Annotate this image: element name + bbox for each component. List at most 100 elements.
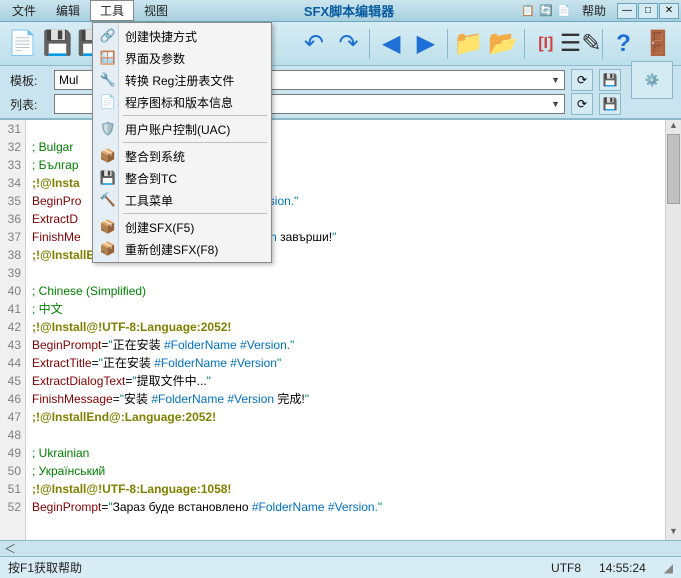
- code-line: [32, 426, 665, 444]
- list-save-button[interactable]: 💾: [599, 93, 621, 115]
- code-line: [32, 264, 665, 282]
- dropdown-item-label: 转换 Reg注册表文件: [125, 72, 234, 89]
- dropdown-item[interactable]: 📄 程序图标和版本信息: [95, 91, 269, 113]
- close-button[interactable]: ✕: [659, 3, 679, 19]
- disk-icon: 💾: [603, 97, 618, 111]
- new-button[interactable]: 📄: [6, 27, 40, 61]
- scroll-thumb[interactable]: [667, 134, 680, 204]
- folder-button[interactable]: 📁: [452, 27, 486, 61]
- line-number: 46: [0, 390, 21, 408]
- gear-icon: ⚙️: [645, 73, 660, 87]
- bracket-icon: [I]: [538, 36, 553, 52]
- menu-tools[interactable]: 工具: [90, 0, 134, 21]
- dropdown-item-icon: 📦: [99, 219, 117, 235]
- list-button[interactable]: ☰✎: [564, 27, 598, 61]
- dropdown-item[interactable]: 🔗创建快捷方式: [95, 25, 269, 47]
- dropdown-separator: [123, 115, 267, 116]
- dropdown-item[interactable]: 🪟界面及参数: [95, 47, 269, 69]
- dropdown-item-label: 整合到系统: [125, 148, 185, 165]
- dropdown-separator: [123, 213, 267, 214]
- dropdown-item-label: 重新创建SFX(F8): [125, 241, 218, 258]
- settings-button[interactable]: ⚙️: [631, 61, 673, 99]
- folder2-icon: 📂: [488, 32, 518, 56]
- window-title: SFX脚本编辑器: [178, 1, 520, 20]
- line-number: 34: [0, 174, 21, 192]
- redo-icon: ↷: [338, 32, 358, 56]
- undo-button[interactable]: ↶: [297, 27, 331, 61]
- template-save-button[interactable]: 💾: [599, 69, 621, 91]
- code-line: ;!@InstallEnd@:Language:2052!: [32, 408, 665, 426]
- menu-file[interactable]: 文件: [2, 0, 46, 21]
- dropdown-item-label: 用户账户控制(UAC): [125, 121, 230, 138]
- dropdown-item-label: 创建SFX(F5): [125, 219, 194, 236]
- dropdown-item-icon: 🛡️: [99, 121, 117, 137]
- dropdown-item[interactable]: 🔧 转换 Reg注册表文件: [95, 69, 269, 91]
- folder2-button[interactable]: 📂: [486, 27, 520, 61]
- dropdown-item-icon: 🔧: [99, 72, 117, 88]
- exit-button[interactable]: 🚪: [641, 27, 675, 61]
- scroll-up-arrow[interactable]: ▲: [666, 120, 681, 134]
- code-line: ; 中文: [32, 300, 665, 318]
- list-label: 列表:: [10, 96, 48, 113]
- dropdown-item-label: 创建快捷方式: [125, 28, 197, 45]
- dropdown-item[interactable]: 📦 创建SFX(F5): [95, 216, 269, 238]
- line-number: 47: [0, 408, 21, 426]
- line-number: 37: [0, 228, 21, 246]
- code-line: BeginPrompt="Зараз буде встановлено #Fol…: [32, 498, 665, 516]
- dropdown-separator: [123, 142, 267, 143]
- dropdown-item[interactable]: 📦整合到系统: [95, 145, 269, 167]
- exit-icon: 🚪: [643, 32, 673, 56]
- refresh-icon: ⟳: [577, 73, 587, 87]
- status-time: 14:55:24: [599, 561, 646, 575]
- title-icon-3[interactable]: 📄: [556, 3, 572, 19]
- back-button[interactable]: ◀: [374, 27, 408, 61]
- title-icon-2[interactable]: 🔄: [538, 3, 554, 19]
- dropdown-item-icon: 💾: [99, 170, 117, 186]
- minimize-button[interactable]: —: [617, 3, 637, 19]
- dropdown-item-label: 程序图标和版本信息: [125, 94, 233, 111]
- dropdown-item-icon: 🪟: [99, 50, 117, 66]
- dropdown-item-icon: 📄: [99, 94, 117, 110]
- line-number: 36: [0, 210, 21, 228]
- refresh-icon: ⟳: [577, 97, 587, 111]
- dropdown-item[interactable]: 🛡️ 用户账户控制(UAC): [95, 118, 269, 140]
- title-icon-1[interactable]: 📋: [520, 3, 536, 19]
- toolbar-sep-5: [602, 29, 603, 59]
- line-number: 40: [0, 282, 21, 300]
- dropdown-item[interactable]: 📦 重新创建SFX(F8): [95, 238, 269, 260]
- line-number: 52: [0, 498, 21, 516]
- resize-grip[interactable]: ◢: [664, 561, 673, 575]
- folder-icon: 📁: [454, 32, 484, 56]
- redo-button[interactable]: ↷: [332, 27, 366, 61]
- dropdown-item-icon: 📦: [99, 241, 117, 257]
- save-button[interactable]: 💾: [41, 27, 75, 61]
- menu-view[interactable]: 视图: [134, 0, 178, 21]
- maximize-button[interactable]: □: [638, 3, 658, 19]
- vertical-scrollbar[interactable]: ▲ ▼: [665, 120, 681, 540]
- status-bar: 按F1获取帮助 UTF8 14:55:24 ◢: [0, 556, 681, 578]
- forward-button[interactable]: ▶: [409, 27, 443, 61]
- template-refresh-button[interactable]: ⟳: [571, 69, 593, 91]
- new-icon: 📄: [8, 32, 38, 56]
- scroll-down-arrow[interactable]: ▼: [666, 526, 681, 540]
- template-label: 模板:: [10, 72, 48, 89]
- line-number: 51: [0, 480, 21, 498]
- list-refresh-button[interactable]: ⟳: [571, 93, 593, 115]
- line-number: 31: [0, 120, 21, 138]
- bracket-button[interactable]: [I]: [529, 27, 563, 61]
- status-encoding: UTF8: [551, 561, 581, 575]
- line-number: 33: [0, 156, 21, 174]
- menu-help[interactable]: 帮助: [572, 0, 616, 21]
- line-number: 45: [0, 372, 21, 390]
- toolbar-sep-4: [524, 29, 525, 59]
- code-line: ;!@Install@!UTF-8:Language:1058!: [32, 480, 665, 498]
- menu-edit[interactable]: 编辑: [46, 0, 90, 21]
- dropdown-item[interactable]: 💾整合到TC: [95, 167, 269, 189]
- dropdown-item[interactable]: 🔨工具菜单: [95, 189, 269, 211]
- dropdown-item-icon: 🔨: [99, 192, 117, 208]
- info-bar: ＜: [0, 540, 681, 556]
- line-number: 44: [0, 354, 21, 372]
- toolbar-sep-2: [369, 29, 370, 59]
- help-button[interactable]: ?: [607, 27, 641, 61]
- code-line: BeginPrompt="正在安装 #FolderName #Version.": [32, 336, 665, 354]
